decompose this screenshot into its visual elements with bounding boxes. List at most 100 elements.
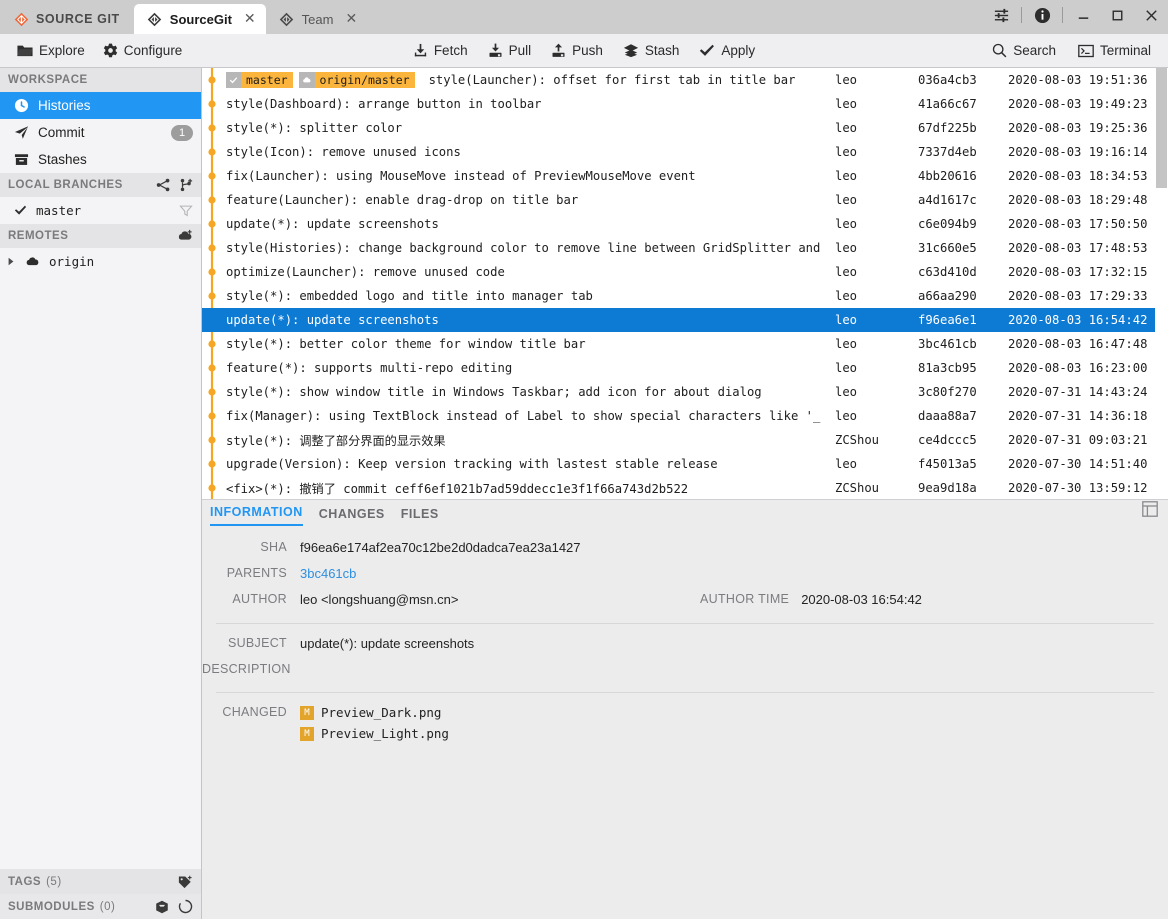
commit-detail-panel: INFORMATION CHANGES FILES SH — [202, 500, 1168, 919]
commit-subject-cell: feature(*): supports multi-repo editing — [216, 361, 823, 375]
list-item[interactable]: M Preview_Light.png — [300, 726, 1168, 741]
search-button[interactable]: Search — [983, 40, 1065, 61]
table-row[interactable]: fix(Launcher): using MouseMove instead o… — [202, 164, 1168, 188]
sidebar-item-commit[interactable]: Commit 1 — [0, 119, 201, 146]
tab-information[interactable]: INFORMATION — [210, 505, 303, 526]
field-value: leo <longshuang@msn.cn> — [300, 592, 700, 607]
table-row[interactable]: master origin/master style(Launcher): of… — [202, 68, 1168, 92]
table-row[interactable]: update(*): update screenshots leo c6e094… — [202, 212, 1168, 236]
chevron-right-icon[interactable] — [6, 257, 16, 266]
table-row[interactable]: style(*): splitter color leo 67df225b 20… — [202, 116, 1168, 140]
sidebar-item-branch-master[interactable]: master — [0, 197, 201, 224]
table-row[interactable]: feature(Launcher): enable drag-drop on t… — [202, 188, 1168, 212]
commit-subject-cell: master origin/master style(Launcher): of… — [216, 72, 823, 88]
table-row[interactable]: style(*): show window title in Windows T… — [202, 380, 1168, 404]
info-icon[interactable] — [1025, 0, 1059, 30]
tab-sourcegit[interactable]: SourceGit ✕ — [134, 4, 266, 34]
table-row[interactable]: fix(Manager): using TextBlock instead of… — [202, 404, 1168, 428]
window-controls — [984, 0, 1168, 30]
changed-file-list: M Preview_Dark.png M Preview_Light.png — [300, 705, 1168, 747]
commit-time-cell: 2020-08-03 17:32:15 — [1008, 265, 1168, 279]
push-button[interactable]: Push — [542, 40, 612, 61]
field-label: DESCRIPTION — [202, 662, 300, 676]
toolbar: Explore Configure Fetch Pull — [0, 34, 1168, 68]
field-description: DESCRIPTION — [202, 662, 1168, 676]
table-row[interactable]: style(Dashboard): arrange button in tool… — [202, 92, 1168, 116]
stash-button[interactable]: Stash — [614, 40, 689, 61]
branch-tag-label: origin/master — [315, 72, 415, 88]
commit-author-cell: leo — [823, 121, 918, 135]
tab-close-icon[interactable]: ✕ — [345, 12, 357, 26]
archive-icon — [14, 152, 29, 167]
preferences-icon[interactable] — [984, 0, 1018, 30]
tab-label: FILES — [401, 507, 439, 521]
commit-time-cell: 2020-08-03 18:29:48 — [1008, 193, 1168, 207]
field-value: 2020-08-03 16:54:42 — [801, 592, 922, 607]
branch-label: master — [36, 203, 81, 218]
sidebar-item-histories[interactable]: Histories — [0, 92, 201, 119]
add-remote-icon[interactable] — [177, 229, 193, 243]
pull-icon — [488, 43, 503, 58]
configure-button[interactable]: Configure — [94, 40, 192, 61]
divider — [216, 623, 1154, 624]
table-row-selected[interactable]: update(*): update screenshots leo f96ea6… — [202, 308, 1168, 332]
fetch-button[interactable]: Fetch — [404, 40, 477, 61]
commit-time-cell: 2020-08-03 19:25:36 — [1008, 121, 1168, 135]
tab-team[interactable]: Team ✕ — [266, 4, 368, 34]
sidebar-item-remote-origin[interactable]: origin — [0, 248, 201, 275]
table-row[interactable]: style(*): embedded logo and title into m… — [202, 284, 1168, 308]
table-row[interactable]: style(*): 调整了部分界面的显示效果 ZCShou ce4dccc5 2… — [202, 428, 1168, 452]
push-label: Push — [572, 43, 603, 58]
minimize-icon[interactable] — [1066, 0, 1100, 30]
commit-message: style(*): better color theme for window … — [226, 337, 586, 351]
table-row[interactable]: style(Icon): remove unused icons leo 733… — [202, 140, 1168, 164]
commit-time-cell: 2020-07-31 09:03:21 — [1008, 433, 1168, 447]
parent-sha-link[interactable]: 3bc461cb — [300, 566, 1168, 581]
tab-changes[interactable]: CHANGES — [319, 507, 385, 526]
commit-list-scrollbar[interactable] — [1155, 68, 1168, 499]
maximize-icon[interactable] — [1100, 0, 1134, 30]
table-row[interactable]: upgrade(Version): Keep version tracking … — [202, 452, 1168, 476]
launcher-brand[interactable]: SOURCE GIT — [0, 5, 134, 33]
section-submodules[interactable]: SUBMODULES (0) — [0, 894, 201, 919]
add-tag-icon[interactable] — [178, 875, 193, 889]
section-title: SUBMODULES — [8, 901, 95, 913]
branch-graph-icon[interactable] — [156, 178, 170, 192]
close-icon[interactable] — [1134, 0, 1168, 30]
commit-subject-cell: style(Icon): remove unused icons — [216, 145, 823, 159]
launcher-label: SOURCE GIT — [36, 12, 120, 26]
table-row[interactable]: style(*): better color theme for window … — [202, 332, 1168, 356]
status-badge: M — [300, 706, 314, 720]
list-item[interactable]: M Preview_Dark.png — [300, 705, 1168, 720]
commit-count-badge: 1 — [171, 125, 193, 141]
tab-close-icon[interactable]: ✕ — [244, 12, 256, 26]
commit-refs: master origin/master — [226, 72, 421, 88]
layout-toggle-icon[interactable] — [1142, 501, 1158, 522]
layers-icon — [623, 43, 639, 58]
branch-tag-origin-master[interactable]: origin/master — [299, 72, 415, 88]
pull-button[interactable]: Pull — [479, 40, 541, 61]
commit-time-cell: 2020-08-03 18:34:53 — [1008, 169, 1168, 183]
commit-list[interactable]: master origin/master style(Launcher): of… — [202, 68, 1168, 500]
terminal-button[interactable]: Terminal — [1069, 40, 1160, 61]
commit-subject-cell: style(*): show window title in Windows T… — [216, 385, 823, 399]
tab-files[interactable]: FILES — [401, 507, 439, 526]
table-row[interactable]: <fix>(*): 撤销了 commit ceff6ef1021b7ad59dd… — [202, 476, 1168, 500]
branch-tag-master[interactable]: master — [226, 72, 293, 88]
table-row[interactable]: optimize(Launcher): remove unused code l… — [202, 260, 1168, 284]
sidebar-item-stashes[interactable]: Stashes — [0, 146, 201, 173]
new-branch-icon[interactable] — [179, 178, 193, 192]
section-tags[interactable]: TAGS (5) — [0, 869, 201, 894]
explore-button[interactable]: Explore — [8, 40, 94, 61]
table-row[interactable]: style(Histories): change background colo… — [202, 236, 1168, 260]
tab-label: SourceGit — [170, 12, 232, 27]
apply-button[interactable]: Apply — [690, 40, 764, 61]
cube-icon[interactable] — [155, 900, 169, 914]
table-row[interactable]: feature(*): supports multi-repo editing … — [202, 356, 1168, 380]
download-icon — [413, 43, 428, 58]
refresh-icon[interactable] — [178, 899, 193, 914]
field-subject: SUBJECT update(*): update screenshots — [202, 636, 1168, 651]
filter-icon[interactable] — [179, 204, 193, 218]
scrollbar-thumb[interactable] — [1156, 68, 1167, 188]
send-icon — [14, 125, 29, 140]
